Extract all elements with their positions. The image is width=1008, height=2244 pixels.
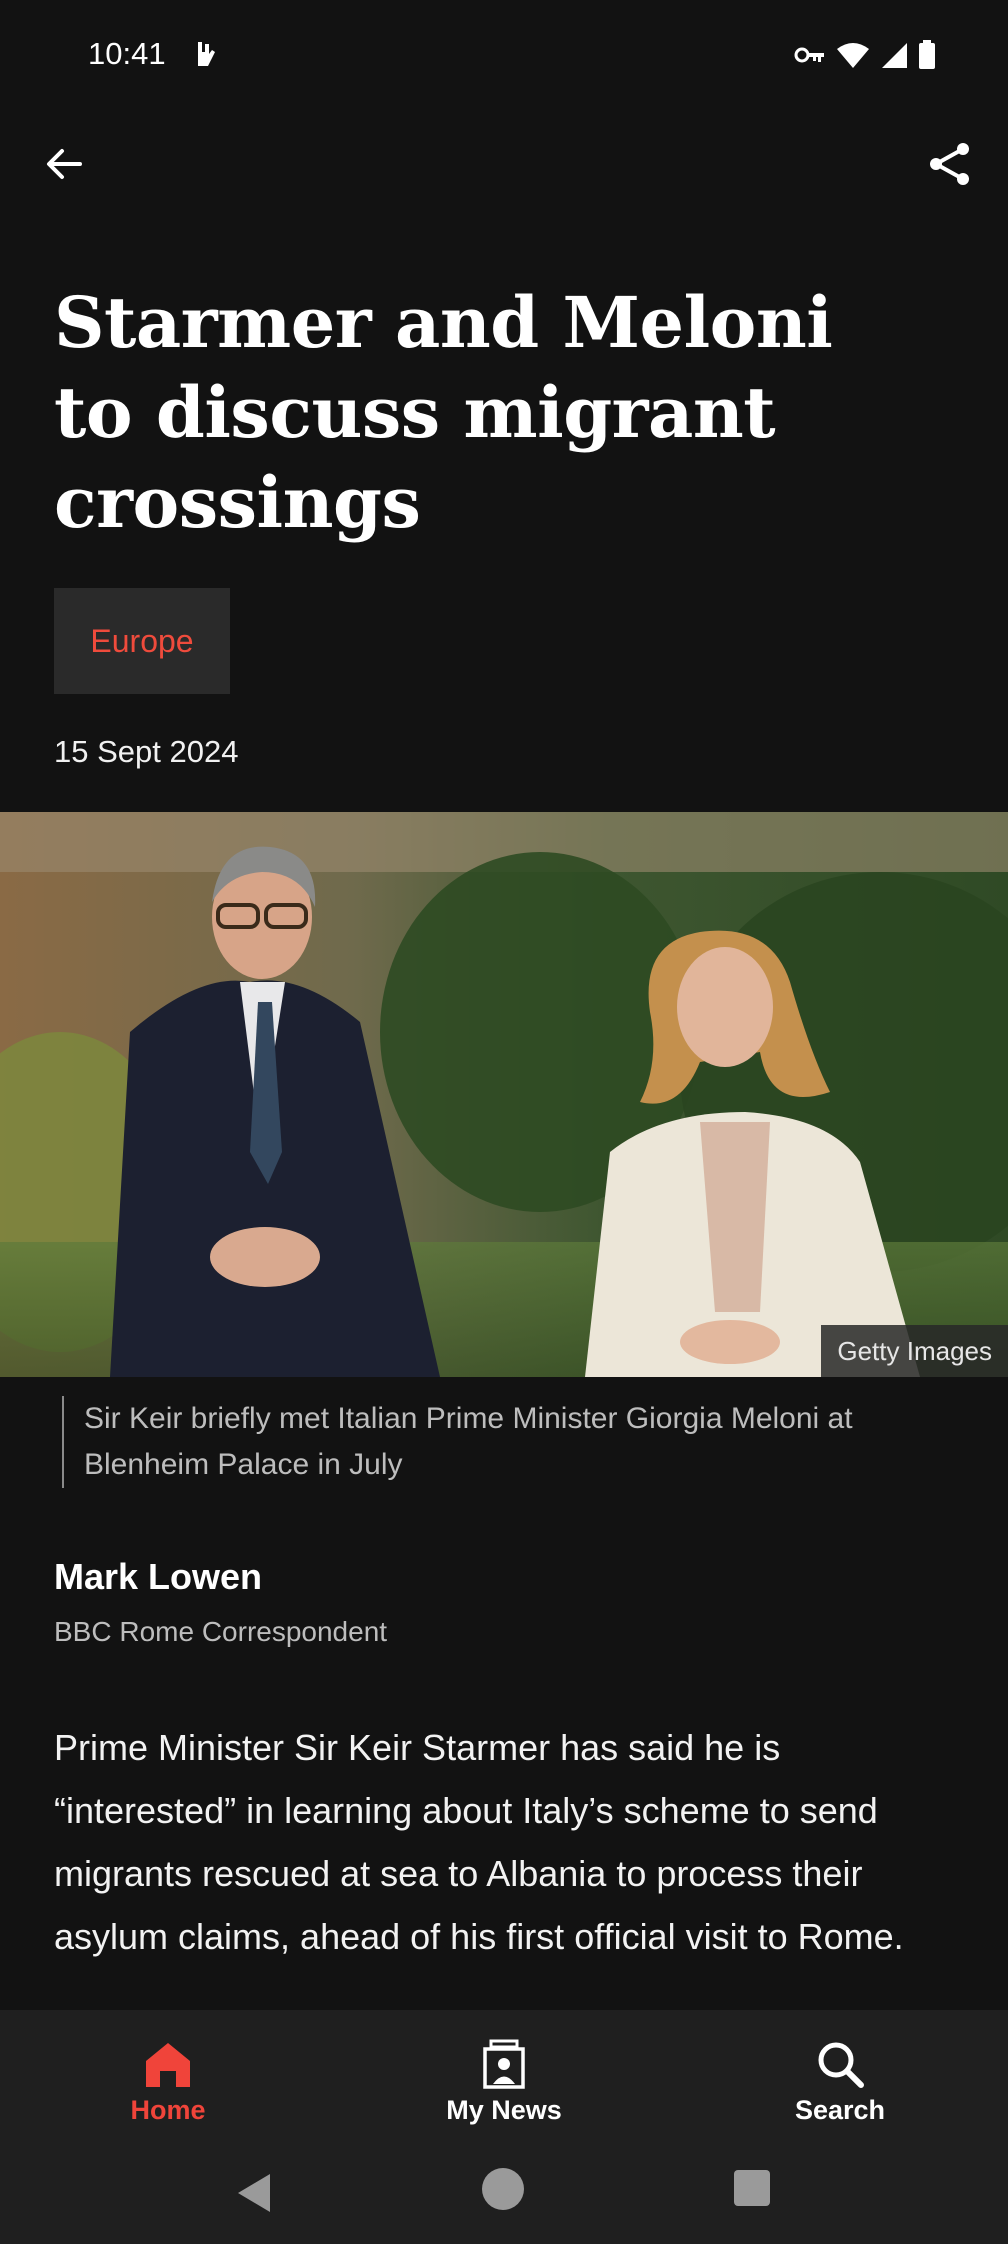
nav-label-search: Search xyxy=(794,2095,886,2125)
nav-label-home: Home xyxy=(130,2095,206,2125)
my-news-icon xyxy=(483,2039,525,2089)
share-icon xyxy=(930,143,969,185)
author-name: Mark Lowen xyxy=(54,1556,263,1597)
bottom-navigation: Home My News Search xyxy=(0,2010,1008,2244)
status-bar: 10:41 xyxy=(0,0,1008,116)
system-recents-button[interactable] xyxy=(734,2170,770,2206)
article-date: 15 Sept 2024 xyxy=(54,734,239,769)
status-icons xyxy=(794,39,936,75)
system-navigation-bar xyxy=(0,2150,1008,2244)
home-icon xyxy=(146,2043,190,2087)
notification-icon xyxy=(190,38,220,72)
author-role: BBC Rome Correspondent xyxy=(54,1616,388,1647)
status-time: 10:41 xyxy=(88,36,166,71)
vpn-key-icon xyxy=(794,44,826,71)
image-caption: Sir Keir briefly met Italian Prime Minis… xyxy=(62,1396,984,1488)
back-button[interactable] xyxy=(36,136,92,192)
system-back-icon[interactable] xyxy=(234,2172,274,2214)
nav-item-home[interactable]: Home xyxy=(0,2010,336,2150)
system-home-button[interactable] xyxy=(482,2168,524,2210)
nav-item-search[interactable]: Search xyxy=(672,2010,1008,2150)
battery-icon xyxy=(918,39,936,75)
back-arrow-icon xyxy=(47,149,82,179)
nav-label-my-news: My News xyxy=(446,2095,562,2125)
article-body-paragraph: Prime Minister Sir Keir Starmer has said… xyxy=(54,1727,904,1957)
article-headline: Starmer and Meloni to discuss migrant cr… xyxy=(54,281,833,544)
wifi-icon xyxy=(836,41,870,74)
nav-item-my-news[interactable]: My News xyxy=(336,2010,672,2150)
share-button[interactable] xyxy=(922,136,978,192)
search-icon xyxy=(818,2042,864,2088)
signal-icon xyxy=(880,41,908,74)
topic-chip-europe[interactable]: Europe xyxy=(54,588,230,694)
image-credit: Getty Images xyxy=(821,1325,1008,1377)
top-app-bar xyxy=(0,130,1008,202)
hero-image: Getty Images xyxy=(0,812,1008,1377)
